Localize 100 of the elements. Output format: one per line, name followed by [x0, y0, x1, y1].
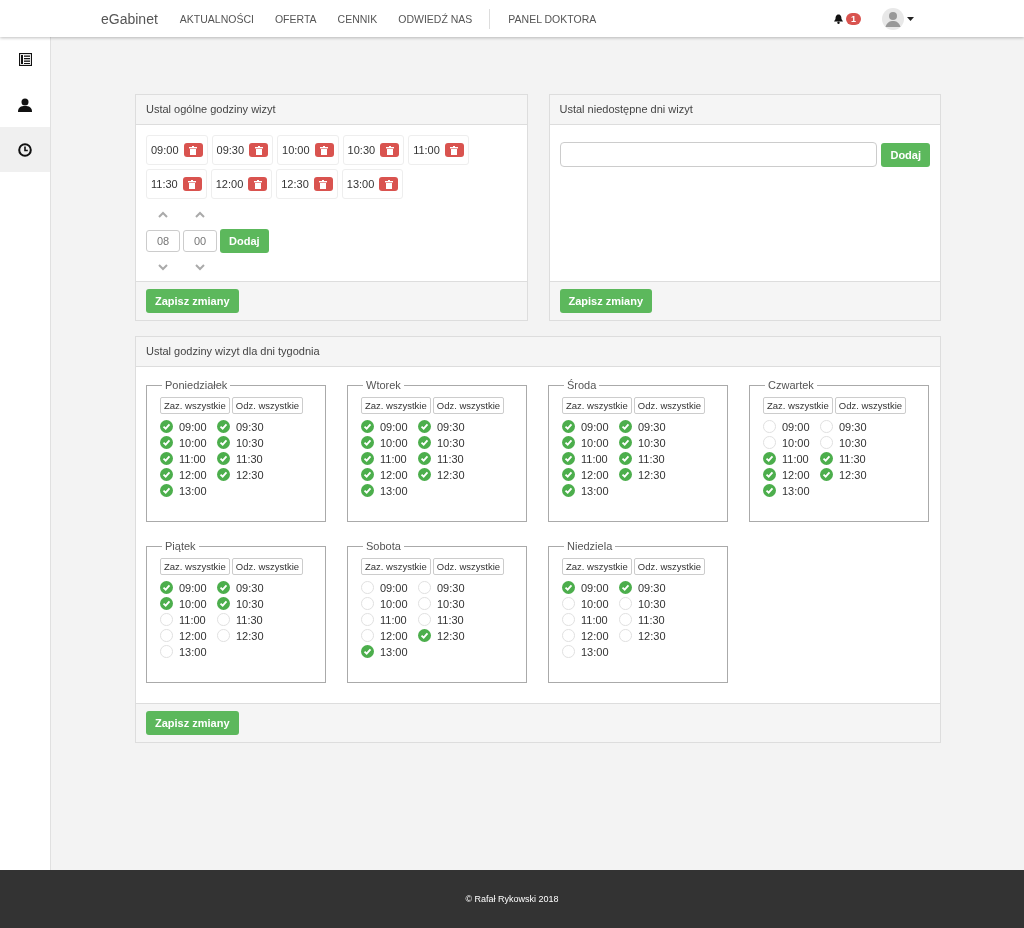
checked-circle[interactable]	[562, 468, 575, 481]
checked-circle[interactable]	[361, 420, 374, 433]
checked-circle[interactable]	[217, 468, 230, 481]
checked-circle[interactable]	[763, 452, 776, 465]
checked-circle[interactable]	[562, 436, 575, 449]
unchecked-circle[interactable]	[361, 581, 374, 594]
checked-circle[interactable]	[763, 468, 776, 481]
checked-circle[interactable]	[217, 581, 230, 594]
checked-circle[interactable]	[160, 452, 173, 465]
bell-icon[interactable]	[834, 13, 843, 24]
checked-circle[interactable]	[217, 420, 230, 433]
checked-circle[interactable]	[820, 452, 833, 465]
checked-circle[interactable]	[418, 420, 431, 433]
unchecked-circle[interactable]	[763, 436, 776, 449]
checked-circle[interactable]	[418, 468, 431, 481]
checked-circle[interactable]	[217, 436, 230, 449]
nav-link[interactable]: AKTUALNOŚCI	[179, 12, 254, 25]
select-all-button[interactable]: Zaz. wszystkie	[763, 397, 833, 414]
checked-circle[interactable]	[160, 468, 173, 481]
unchecked-circle[interactable]	[820, 420, 833, 433]
unchecked-circle[interactable]	[619, 629, 632, 642]
unchecked-circle[interactable]	[217, 613, 230, 626]
delete-button[interactable]	[182, 177, 202, 191]
unchecked-circle[interactable]	[361, 597, 374, 610]
unchecked-circle[interactable]	[418, 597, 431, 610]
delete-button[interactable]	[248, 177, 268, 191]
deselect-all-button[interactable]: Odz. wszystkie	[231, 397, 304, 414]
checked-circle[interactable]	[418, 436, 431, 449]
checked-circle[interactable]	[160, 581, 173, 594]
checked-circle[interactable]	[820, 468, 833, 481]
unchecked-circle[interactable]	[361, 629, 374, 642]
date-input[interactable]	[559, 142, 878, 167]
delete-button[interactable]	[380, 143, 400, 157]
checked-circle[interactable]	[619, 452, 632, 465]
checked-circle[interactable]	[619, 581, 632, 594]
unchecked-circle[interactable]	[160, 613, 173, 626]
delete-button[interactable]	[314, 143, 334, 157]
unchecked-circle[interactable]	[418, 613, 431, 626]
chevron-down-icon[interactable]	[195, 264, 205, 271]
select-all-button[interactable]: Zaz. wszystkie	[361, 397, 431, 414]
deselect-all-button[interactable]: Odz. wszystkie	[834, 397, 907, 414]
unchecked-circle[interactable]	[418, 581, 431, 594]
unchecked-circle[interactable]	[217, 629, 230, 642]
deselect-all-button[interactable]: Odz. wszystkie	[432, 558, 505, 575]
checked-circle[interactable]	[562, 420, 575, 433]
unchecked-circle[interactable]	[562, 597, 575, 610]
checked-circle[interactable]	[361, 468, 374, 481]
checked-circle[interactable]	[361, 645, 374, 658]
unchecked-circle[interactable]	[562, 629, 575, 642]
checked-circle[interactable]	[763, 484, 776, 497]
checked-circle[interactable]	[217, 597, 230, 610]
unchecked-circle[interactable]	[160, 645, 173, 658]
select-all-button[interactable]: Zaz. wszystkie	[562, 397, 632, 414]
deselect-all-button[interactable]: Odz. wszystkie	[432, 397, 505, 414]
checked-circle[interactable]	[619, 436, 632, 449]
unchecked-circle[interactable]	[160, 629, 173, 642]
select-all-button[interactable]: Zaz. wszystkie	[361, 558, 431, 575]
unchecked-circle[interactable]	[562, 613, 575, 626]
hour-input[interactable]: 08	[146, 230, 180, 252]
delete-button[interactable]	[249, 143, 269, 157]
select-all-button[interactable]: Zaz. wszystkie	[562, 558, 632, 575]
checked-circle[interactable]	[418, 629, 431, 642]
checked-circle[interactable]	[562, 484, 575, 497]
select-all-button[interactable]: Zaz. wszystkie	[160, 558, 230, 575]
chevron-down-icon[interactable]	[158, 264, 168, 271]
checked-circle[interactable]	[361, 484, 374, 497]
delete-button[interactable]	[183, 143, 203, 157]
checked-circle[interactable]	[160, 420, 173, 433]
nav-link[interactable]: PANEL DOKTORA	[508, 12, 597, 25]
checked-circle[interactable]	[160, 484, 173, 497]
caret-icon[interactable]	[907, 16, 914, 21]
checked-circle[interactable]	[619, 420, 632, 433]
unchecked-circle[interactable]	[562, 645, 575, 658]
deselect-all-button[interactable]: Odz. wszystkie	[633, 558, 706, 575]
checked-circle[interactable]	[217, 452, 230, 465]
checked-circle[interactable]	[160, 436, 173, 449]
unchecked-circle[interactable]	[763, 420, 776, 433]
chevron-up-icon[interactable]	[195, 211, 205, 218]
unchecked-circle[interactable]	[820, 436, 833, 449]
nav-link[interactable]: CENNIK	[337, 12, 378, 25]
checked-circle[interactable]	[361, 436, 374, 449]
unchecked-circle[interactable]	[619, 613, 632, 626]
checked-circle[interactable]	[361, 452, 374, 465]
delete-button[interactable]	[444, 143, 464, 157]
select-all-button[interactable]: Zaz. wszystkie	[160, 397, 230, 414]
delete-button[interactable]	[313, 177, 333, 191]
checked-circle[interactable]	[418, 452, 431, 465]
nav-link[interactable]: OFERTA	[274, 12, 317, 25]
deselect-all-button[interactable]: Odz. wszystkie	[231, 558, 304, 575]
minute-input[interactable]: 00	[183, 230, 217, 252]
unchecked-circle[interactable]	[361, 613, 374, 626]
sidebar-item[interactable]	[0, 127, 50, 172]
delete-button[interactable]	[379, 177, 399, 191]
checked-circle[interactable]	[562, 452, 575, 465]
brand-logo[interactable]: eGabinet	[101, 10, 158, 27]
unchecked-circle[interactable]	[619, 597, 632, 610]
checked-circle[interactable]	[619, 468, 632, 481]
nav-link[interactable]: ODWIEDŹ NAS	[398, 12, 473, 25]
deselect-all-button[interactable]: Odz. wszystkie	[633, 397, 706, 414]
checked-circle[interactable]	[160, 597, 173, 610]
